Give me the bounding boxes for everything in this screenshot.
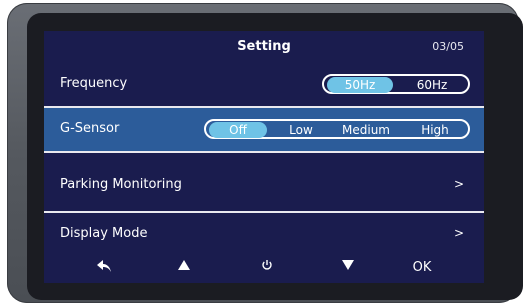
settings-screen: Setting 03/05 Frequency 50Hz 60Hz G-Sens… bbox=[44, 31, 484, 283]
row-display-mode[interactable]: Display Mode > bbox=[44, 213, 484, 253]
navigation-bar: OK bbox=[44, 253, 484, 283]
g-sensor-option-off[interactable]: Off bbox=[209, 122, 267, 138]
display-mode-label: Display Mode bbox=[60, 226, 148, 241]
frequency-option-50hz[interactable]: 50Hz bbox=[327, 77, 393, 93]
up-arrow-icon[interactable] bbox=[172, 259, 196, 277]
row-frequency[interactable]: Frequency 50Hz 60Hz bbox=[44, 63, 484, 106]
header: Setting 03/05 bbox=[44, 31, 484, 63]
g-sensor-option-low[interactable]: Low bbox=[278, 122, 324, 138]
row-g-sensor[interactable]: G-Sensor Off Low Medium High bbox=[44, 108, 484, 151]
power-icon[interactable] bbox=[255, 259, 279, 277]
ok-button[interactable]: OK bbox=[408, 259, 436, 277]
frequency-option-60hz[interactable]: 60Hz bbox=[400, 77, 464, 93]
g-sensor-label: G-Sensor bbox=[60, 121, 120, 136]
page-indicator: 03/05 bbox=[432, 40, 464, 53]
g-sensor-option-medium[interactable]: Medium bbox=[330, 122, 402, 138]
back-icon[interactable] bbox=[92, 259, 116, 277]
g-sensor-toggle[interactable]: Off Low Medium High bbox=[204, 119, 470, 139]
frequency-toggle[interactable]: 50Hz 60Hz bbox=[322, 74, 470, 94]
chevron-right-icon: > bbox=[453, 177, 464, 191]
frequency-label: Frequency bbox=[60, 76, 128, 91]
down-arrow-icon[interactable] bbox=[336, 259, 360, 277]
page-title: Setting bbox=[237, 39, 291, 54]
row-parking-monitoring[interactable]: Parking Monitoring > bbox=[44, 164, 484, 207]
g-sensor-option-high[interactable]: High bbox=[410, 122, 460, 138]
chevron-right-icon: > bbox=[453, 226, 464, 240]
parking-monitoring-label: Parking Monitoring bbox=[60, 177, 182, 192]
divider bbox=[44, 151, 484, 153]
